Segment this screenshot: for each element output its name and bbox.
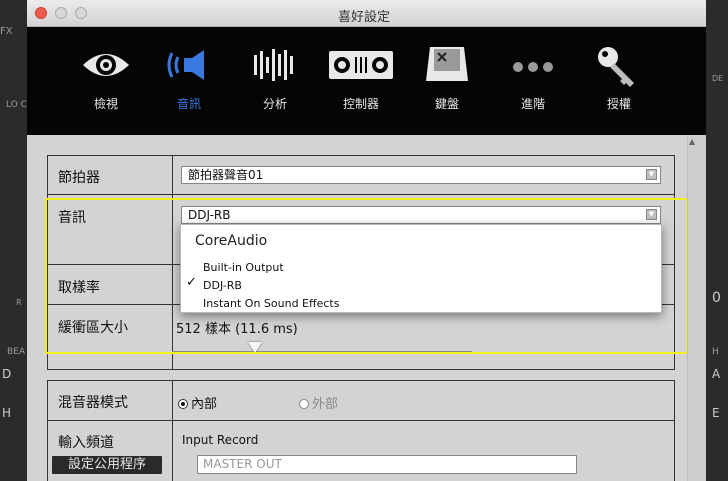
metronome-label: 節拍器 <box>58 170 100 186</box>
panel-divider <box>48 194 674 195</box>
tab-controller[interactable]: 控制器 <box>326 27 396 135</box>
bg-label: H <box>2 406 12 420</box>
key-icon <box>598 47 634 87</box>
background-app-right: DE 0 H A E <box>706 0 728 481</box>
tab-label: 鍵盤 <box>434 97 459 111</box>
keyboard-key-icon <box>426 47 468 81</box>
panel-divider <box>172 381 173 481</box>
audio-settings-content: 節拍器 音訊 取樣率 緩衝區大小 節拍器聲音01 ▼ DDJ-RB ▼ 512 … <box>27 135 697 481</box>
bg-label: 0 <box>712 290 721 306</box>
tab-label: 檢視 <box>93 97 118 111</box>
radio-selected-icon <box>178 399 188 409</box>
more-dots-icon <box>513 62 553 72</box>
tab-audio[interactable]: 音訊 <box>154 27 224 135</box>
eye-icon <box>83 54 129 76</box>
bg-label: H <box>712 347 719 357</box>
tab-label: 進階 <box>520 97 545 111</box>
tab-label: 音訊 <box>176 97 201 111</box>
setup-utility-button[interactable]: 設定公用程序 <box>52 456 162 474</box>
panel-divider <box>48 420 674 421</box>
speaker-icon <box>167 50 204 80</box>
dropdown-item-instant-on[interactable]: Instant On Sound Effects <box>203 297 339 310</box>
tab-keyboard[interactable]: 鍵盤 <box>412 27 482 135</box>
bg-label: D <box>2 367 12 381</box>
radio-unselected-icon <box>299 399 309 409</box>
bg-label: DE <box>712 74 724 83</box>
vertical-scrollbar[interactable]: ▲ <box>687 135 697 481</box>
input-record-label: Input Record <box>182 433 259 447</box>
tab-analysis[interactable]: 分析 <box>240 27 310 135</box>
radio-label: 內部 <box>191 397 218 412</box>
bg-label: R <box>16 298 22 307</box>
title-bar[interactable]: 喜好設定 <box>27 0 706 27</box>
checkmark-icon: ✓ <box>186 275 197 290</box>
bg-label: A <box>712 367 721 381</box>
tab-advanced[interactable]: 進階 <box>498 27 568 135</box>
tab-label: 授權 <box>606 97 631 111</box>
scroll-up-icon[interactable]: ▲ <box>689 137 695 146</box>
chevron-down-icon: ▼ <box>646 169 657 180</box>
preferences-window: 喜好設定 檢視 音訊 分析 控制器 鍵盤 進階 授權 節拍器 音訊 取樣率 緩衝… <box>27 0 706 481</box>
tab-label: 分析 <box>262 97 287 111</box>
mixer-mode-external-radio[interactable]: 外部 <box>299 393 338 412</box>
background-app-left: FX LO C R BEA D H <box>0 0 27 481</box>
audio-device-dropdown-menu: CoreAudio Built-in Output ✓ DDJ-RB Insta… <box>180 224 662 313</box>
dropdown-item-ddj-rb[interactable]: DDJ-RB <box>203 279 242 292</box>
waveform-icon <box>254 49 293 81</box>
bg-label: FX <box>0 26 13 37</box>
window-title: 喜好設定 <box>337 10 390 25</box>
dropdown-item-built-in-output[interactable]: Built-in Output <box>203 261 284 274</box>
radio-label: 外部 <box>312 397 339 412</box>
input-channel-label: 輸入頻道 <box>58 435 114 451</box>
bg-label: BEA <box>7 347 26 357</box>
preferences-toolbar: 檢視 音訊 分析 控制器 鍵盤 進階 授權 <box>27 27 706 135</box>
dropdown-header: CoreAudio <box>195 233 268 249</box>
input-record-field[interactable]: MASTER OUT <box>197 455 577 474</box>
mixer-mode-internal-radio[interactable]: 內部 <box>178 393 217 412</box>
bg-label: E <box>712 406 720 420</box>
tab-view[interactable]: 檢視 <box>71 27 141 135</box>
metronome-sound-select[interactable]: 節拍器聲音01 ▼ <box>181 166 661 184</box>
tab-license[interactable]: 授權 <box>584 27 654 135</box>
controller-icon <box>329 51 393 79</box>
metronome-sound-value: 節拍器聲音01 <box>188 168 264 182</box>
mixer-mode-label: 混音器模式 <box>58 395 128 411</box>
tab-label: 控制器 <box>342 97 379 111</box>
bg-label: LO C <box>6 100 27 110</box>
